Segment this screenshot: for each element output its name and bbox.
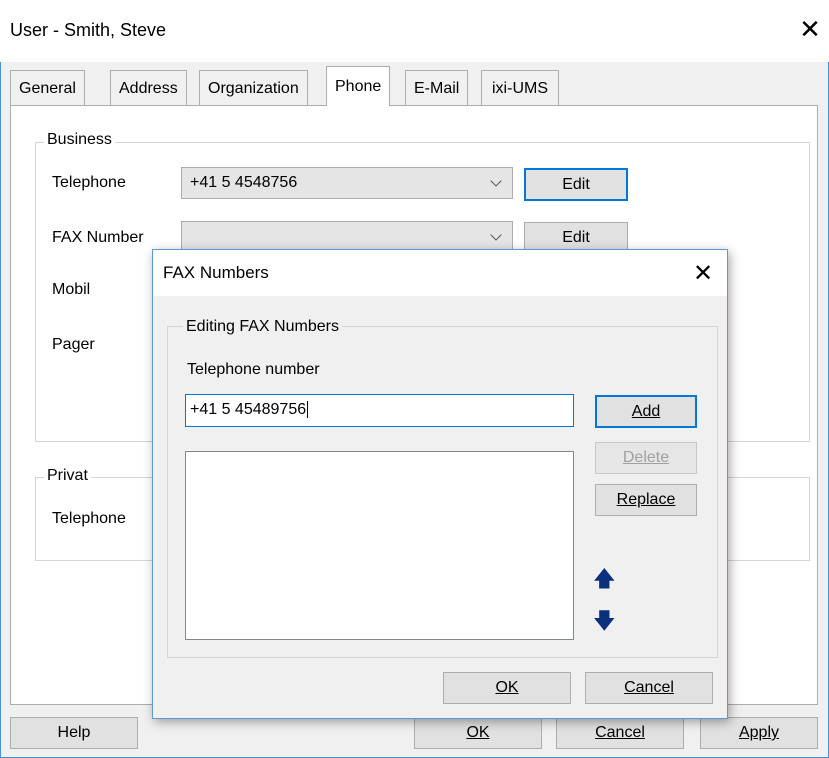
close-icon[interactable]: ✕: [795, 14, 825, 44]
chevron-down-icon[interactable]: [490, 222, 504, 252]
chevron-down-icon[interactable]: [490, 168, 504, 198]
replace-button-label: Replace: [616, 491, 676, 508]
dialog-title-bar[interactable]: FAX Numbers ✕: [153, 250, 727, 296]
add-button[interactable]: Add: [595, 395, 697, 428]
tab-organization[interactable]: Organization: [199, 70, 308, 105]
ok-button-label: OK: [466, 724, 490, 741]
apply-button[interactable]: Apply: [700, 717, 818, 749]
replace-button[interactable]: Replace: [595, 484, 697, 516]
privat-group-label: Privat: [44, 467, 91, 485]
help-button[interactable]: Help: [10, 717, 138, 749]
add-button-label: Add: [631, 403, 661, 420]
move-down-arrow-icon[interactable]: 🡇: [593, 610, 616, 632]
text-caret: [307, 401, 309, 418]
delete-button[interactable]: Delete: [595, 442, 697, 474]
fax-numbers-dialog: FAX Numbers ✕ Editing FAX Numbers Teleph…: [152, 249, 728, 719]
tab-email[interactable]: E-Mail: [405, 70, 469, 105]
dialog-cancel-label: Cancel: [624, 679, 674, 696]
cancel-button[interactable]: Cancel: [556, 717, 684, 749]
telephone-number-input[interactable]: +41 5 45489756: [185, 394, 574, 427]
tab-ixi-ums[interactable]: ixi-UMS: [481, 70, 559, 105]
fax-numbers-list[interactable]: [185, 451, 574, 640]
cancel-button-label: Cancel: [595, 724, 645, 741]
privat-telephone-label: Telephone: [52, 510, 126, 527]
telephone-number-label: Telephone number: [187, 361, 320, 378]
move-up-arrow-icon[interactable]: 🡅: [593, 568, 616, 590]
title-bar[interactable]: User - Smith, Steve ✕: [0, 0, 829, 62]
window-title: User - Smith, Steve: [10, 20, 167, 40]
telephone-label: Telephone: [52, 174, 126, 191]
mobil-label: Mobil: [52, 281, 91, 298]
tab-address[interactable]: Address: [110, 70, 187, 105]
dialog-ok-button[interactable]: OK: [443, 672, 571, 704]
tab-general[interactable]: General: [10, 70, 85, 105]
apply-button-label: Apply: [738, 724, 780, 741]
dialog-title: FAX Numbers: [163, 263, 269, 282]
telephone-combo-value: +41 5 4548756: [190, 174, 298, 191]
fax-number-label: FAX Number: [52, 229, 144, 246]
telephone-number-value: +41 5 45489756: [190, 401, 307, 418]
delete-button-label: Delete: [622, 449, 670, 466]
tab-phone[interactable]: Phone: [326, 66, 391, 106]
editing-fax-group-label: Editing FAX Numbers: [183, 318, 342, 336]
business-group-label: Business: [44, 131, 115, 149]
telephone-edit-button[interactable]: Edit: [524, 168, 628, 201]
dialog-cancel-button[interactable]: Cancel: [585, 672, 713, 704]
close-icon[interactable]: ✕: [688, 259, 718, 289]
dialog-ok-label: OK: [495, 679, 519, 696]
telephone-combo[interactable]: +41 5 4548756: [181, 167, 513, 199]
ok-button[interactable]: OK: [414, 717, 542, 749]
pager-label: Pager: [52, 336, 95, 353]
